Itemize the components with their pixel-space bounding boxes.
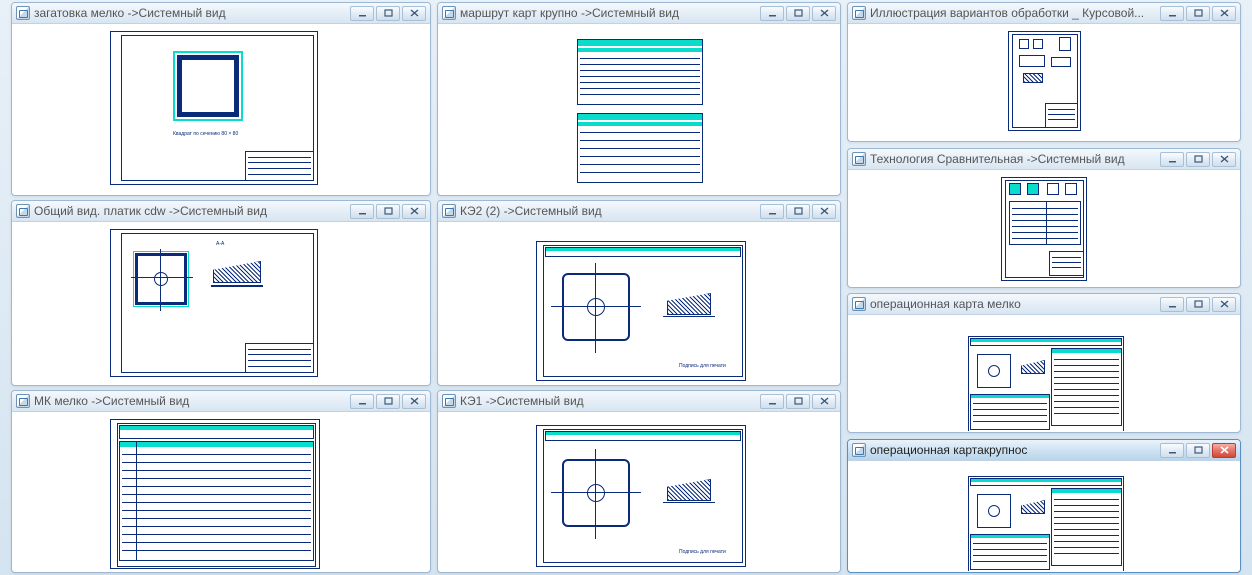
window-title: МК мелко ->Системный вид (34, 394, 350, 408)
document-icon (442, 394, 456, 408)
title-bar[interactable]: операционная карта мелко (848, 294, 1240, 315)
canvas (439, 25, 839, 194)
maximize-button[interactable] (1186, 6, 1210, 21)
canvas (849, 462, 1239, 571)
title-bar[interactable]: Общий вид. платик cdw ->Системный вид (12, 201, 430, 222)
window-title: операционная картакрупнос (870, 443, 1160, 457)
document-icon (852, 297, 866, 311)
minimize-button[interactable] (350, 6, 374, 21)
window-title: операционная карта мелко (870, 297, 1160, 311)
subwindow-obshiy-vid[interactable]: Общий вид. платик cdw ->Системный вид А-… (11, 200, 431, 386)
window-controls (760, 6, 836, 21)
maximize-button[interactable] (376, 6, 400, 21)
canvas (849, 171, 1239, 286)
window-title: КЭ2 (2) ->Системный вид (460, 204, 760, 218)
window-title: маршрут карт крупно ->Системный вид (460, 6, 760, 20)
subwindow-technology-compare[interactable]: Технология Сравнительная ->Системный вид (847, 148, 1241, 288)
maximize-button[interactable] (786, 204, 810, 219)
minimize-button[interactable] (1160, 443, 1184, 458)
document-icon (442, 6, 456, 20)
minimize-button[interactable] (1160, 297, 1184, 312)
document-icon (16, 204, 30, 218)
document-icon (16, 6, 30, 20)
document-icon (442, 204, 456, 218)
canvas: А-А (13, 223, 429, 384)
document-icon (852, 443, 866, 457)
maximize-button[interactable] (1186, 152, 1210, 167)
close-button[interactable] (812, 204, 836, 219)
canvas: Подпись для печати (439, 223, 839, 384)
window-controls (1160, 297, 1236, 312)
canvas (849, 316, 1239, 431)
window-controls (760, 394, 836, 409)
minimize-button[interactable] (350, 204, 374, 219)
canvas: Подпись для печати (439, 413, 839, 571)
canvas: Квадрат по сечению 80 × 80 (13, 25, 429, 194)
close-button[interactable] (402, 394, 426, 409)
close-button[interactable] (812, 6, 836, 21)
subwindow-illustration-variants[interactable]: Иллюстрация вариантов обработки _ Курсов… (847, 2, 1241, 142)
close-button[interactable] (1212, 443, 1236, 458)
maximize-button[interactable] (786, 6, 810, 21)
minimize-button[interactable] (1160, 6, 1184, 21)
window-controls (350, 394, 426, 409)
title-bar[interactable]: КЭ1 ->Системный вид (438, 391, 840, 412)
minimize-button[interactable] (760, 6, 784, 21)
subwindow-oper-karta-melko[interactable]: операционная карта мелко (847, 293, 1241, 433)
window-title: загатовка мелко ->Системный вид (34, 6, 350, 20)
subwindow-oper-karta-krupno[interactable]: операционная картакрупнос (847, 439, 1241, 573)
minimize-button[interactable] (760, 394, 784, 409)
title-bar[interactable]: КЭ2 (2) ->Системный вид (438, 201, 840, 222)
canvas (13, 413, 429, 571)
title-bar[interactable]: МК мелко ->Системный вид (12, 391, 430, 412)
title-bar[interactable]: маршрут карт крупно ->Системный вид (438, 3, 840, 24)
window-controls (350, 6, 426, 21)
document-icon (16, 394, 30, 408)
title-bar[interactable]: Иллюстрация вариантов обработки _ Курсов… (848, 3, 1240, 24)
minimize-button[interactable] (350, 394, 374, 409)
canvas (849, 25, 1239, 140)
close-button[interactable] (1212, 6, 1236, 21)
subwindow-marshrut-kart[interactable]: маршрут карт крупно ->Системный вид (437, 2, 841, 196)
window-controls (1160, 6, 1236, 21)
window-title: Технология Сравнительная ->Системный вид (870, 152, 1160, 166)
subwindow-mk-melko[interactable]: МК мелко ->Системный вид (11, 390, 431, 573)
close-button[interactable] (402, 6, 426, 21)
window-controls (1160, 152, 1236, 167)
close-button[interactable] (1212, 297, 1236, 312)
window-title: Общий вид. платик cdw ->Системный вид (34, 204, 350, 218)
title-bar[interactable]: Технология Сравнительная ->Системный вид (848, 149, 1240, 170)
window-controls (760, 204, 836, 219)
window-controls (350, 204, 426, 219)
window-title: КЭ1 ->Системный вид (460, 394, 760, 408)
title-bar[interactable]: загатовка мелко ->Системный вид (12, 3, 430, 24)
maximize-button[interactable] (786, 394, 810, 409)
close-button[interactable] (1212, 152, 1236, 167)
document-icon (852, 6, 866, 20)
close-button[interactable] (812, 394, 836, 409)
maximize-button[interactable] (376, 204, 400, 219)
window-title: Иллюстрация вариантов обработки _ Курсов… (870, 6, 1160, 20)
maximize-button[interactable] (376, 394, 400, 409)
close-button[interactable] (402, 204, 426, 219)
document-icon (852, 152, 866, 166)
subwindow-ke1[interactable]: КЭ1 ->Системный вид Подпись для печати (437, 390, 841, 573)
window-controls (1160, 443, 1236, 458)
subwindow-zagatovka-melko[interactable]: загатовка мелко ->Системный вид Квадрат … (11, 2, 431, 196)
title-bar[interactable]: операционная картакрупнос (848, 440, 1240, 461)
maximize-button[interactable] (1186, 297, 1210, 312)
maximize-button[interactable] (1186, 443, 1210, 458)
minimize-button[interactable] (760, 204, 784, 219)
subwindow-ke2[interactable]: КЭ2 (2) ->Системный вид Подпись для печа… (437, 200, 841, 386)
minimize-button[interactable] (1160, 152, 1184, 167)
